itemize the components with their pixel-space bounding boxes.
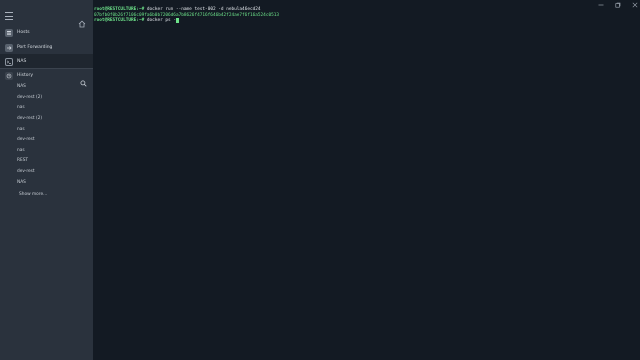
home-icon[interactable] — [78, 13, 86, 28]
window-controls — [598, 1, 638, 9]
menu-icon[interactable] — [5, 12, 13, 20]
hosts-icon — [5, 28, 13, 37]
history-item[interactable]: REST — [17, 158, 28, 163]
terminal-prompt: root@RESTCULTURE:~# — [94, 18, 145, 23]
history-icon — [5, 71, 13, 80]
nav-item-hosts[interactable]: Hosts — [0, 25, 93, 40]
nav-label-port-forwarding: Port Forwarding — [17, 45, 53, 50]
terminal-line: root@RESTCULTURE:~# docker run --name te… — [94, 7, 261, 12]
nav-item-nas[interactable]: NAS — [0, 54, 93, 69]
terminal-line: 07bfb0f0b26f7106c09fa6b0b7206d6a7b8626f4… — [94, 13, 279, 18]
nav-label-nas: NAS — [17, 59, 27, 64]
restore-icon[interactable] — [615, 2, 621, 8]
history-title: History — [17, 73, 34, 78]
terminal[interactable]: root@RESTCULTURE:~# docker run --name te… — [93, 0, 640, 360]
terminal-icon — [5, 57, 13, 66]
terminal-output: 07bfb0f0b26f7106c09fa6b0b7206d6a7b8626f4… — [94, 12, 280, 18]
history-item[interactable]: dev-rest — [17, 169, 35, 174]
port-forwarding-icon — [5, 43, 13, 52]
terminal-cursor — [175, 18, 179, 23]
history-item[interactable]: NAS — [17, 180, 26, 185]
close-icon[interactable] — [632, 2, 638, 8]
history-item[interactable]: dev-rest — [17, 137, 35, 142]
terminal-line: root@RESTCULTURE:~# docker ps - — [94, 18, 179, 23]
sidebar: Hosts Port Forwarding NAS History NAS de… — [0, 0, 93, 360]
history-item[interactable]: nas — [17, 105, 25, 110]
nav-label-hosts: Hosts — [17, 30, 30, 35]
history-item[interactable]: dev-rest (2) — [17, 116, 42, 121]
history-item[interactable]: NAS — [17, 84, 26, 89]
history-item[interactable]: dev-rest (2) — [17, 95, 42, 100]
history-item[interactable]: nas — [17, 148, 25, 153]
terminal-command: docker ps - — [146, 18, 176, 23]
app-window: Hosts Port Forwarding NAS History NAS de… — [0, 0, 640, 360]
minimize-icon[interactable] — [598, 2, 604, 8]
history-item[interactable]: nas — [17, 127, 25, 132]
show-more-link[interactable]: Show more... — [19, 192, 47, 197]
nav-item-port-forwarding[interactable]: Port Forwarding — [0, 40, 93, 55]
sidebar-header — [0, 0, 93, 28]
terminal-prompt: root@RESTCULTURE:~# — [94, 7, 145, 12]
terminal-command: docker run --name test-002 -d nebula46ec… — [146, 7, 261, 12]
search-icon[interactable] — [80, 72, 87, 87]
